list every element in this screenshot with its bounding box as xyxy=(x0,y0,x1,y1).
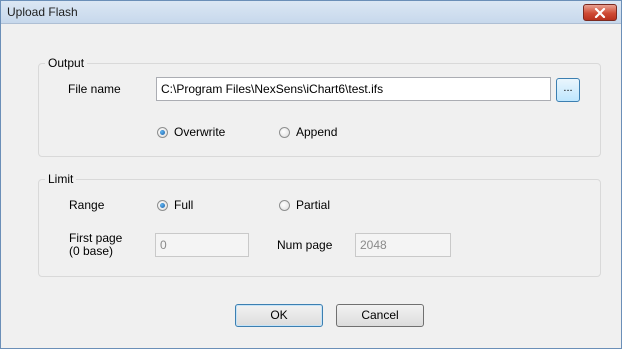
num-page-label: Num page xyxy=(277,238,333,252)
close-icon xyxy=(594,7,606,18)
limit-group: Limit Range Full Partial First page (0 b… xyxy=(38,172,601,277)
file-name-input[interactable]: C:\Program Files\NexSens\iChart6\test.if… xyxy=(156,77,551,101)
radio-unselected-icon xyxy=(279,199,290,211)
limit-legend: Limit xyxy=(45,172,77,186)
overwrite-radio[interactable]: Overwrite xyxy=(157,124,225,140)
append-label: Append xyxy=(296,125,338,139)
ok-button[interactable]: OK xyxy=(235,304,323,327)
partial-label: Partial xyxy=(296,198,331,212)
dialog-title: Upload Flash xyxy=(7,5,78,19)
full-radio[interactable]: Full xyxy=(157,197,193,213)
output-group: Output File name C:\Program Files\NexSen… xyxy=(38,56,601,157)
overwrite-label: Overwrite xyxy=(174,125,226,139)
first-page-label: First page (0 base) xyxy=(69,232,122,258)
radio-selected-icon xyxy=(157,199,168,211)
radio-unselected-icon xyxy=(279,126,290,138)
range-label: Range xyxy=(69,198,105,212)
title-bar[interactable]: Upload Flash xyxy=(1,1,621,24)
append-radio[interactable]: Append xyxy=(279,124,337,140)
output-legend: Output xyxy=(45,56,88,70)
first-page-input[interactable]: 0 xyxy=(155,233,249,257)
browse-button[interactable]: ... xyxy=(556,78,580,102)
first-page-label-line1: First page xyxy=(69,231,123,245)
cancel-button[interactable]: Cancel xyxy=(336,304,424,327)
partial-radio[interactable]: Partial xyxy=(279,197,330,213)
first-page-label-line2: (0 base) xyxy=(69,244,114,258)
upload-flash-dialog: Upload Flash Output File name C:\Program… xyxy=(0,0,622,349)
num-page-input[interactable]: 2048 xyxy=(355,233,451,257)
full-label: Full xyxy=(174,198,194,212)
file-name-label: File name xyxy=(68,82,121,96)
radio-selected-icon xyxy=(157,126,168,138)
close-button[interactable] xyxy=(583,4,617,21)
